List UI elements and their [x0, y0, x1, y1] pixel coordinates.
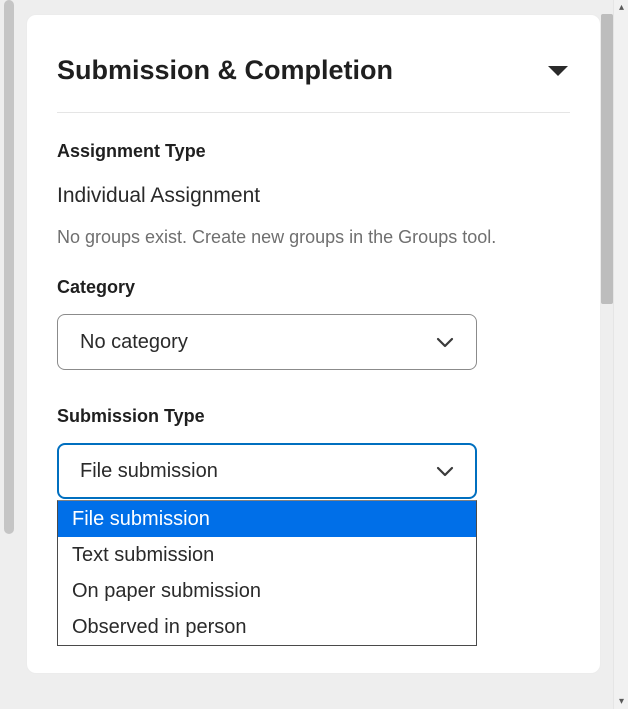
submission-completion-panel: Submission & Completion Assignment Type … — [26, 14, 601, 674]
collapse-icon[interactable] — [546, 64, 570, 78]
assignment-type-label: Assignment Type — [57, 141, 570, 162]
dropdown-option-observed-in-person[interactable]: Observed in person — [58, 609, 476, 645]
dropdown-option-text-submission[interactable]: Text submission — [58, 537, 476, 573]
left-scrollbar-thumb[interactable] — [4, 0, 14, 534]
scroll-up-icon[interactable]: ▴ — [614, 0, 628, 15]
category-select[interactable]: No category — [57, 314, 477, 370]
category-select-wrap: No category — [57, 314, 570, 370]
submission-type-select-wrap: File submission File submission Text sub… — [57, 443, 570, 499]
outer-scrollbar[interactable]: ▴ ▾ — [613, 0, 628, 709]
assignment-type-help: No groups exist. Create new groups in th… — [57, 226, 570, 249]
submission-type-select[interactable]: File submission — [57, 443, 477, 499]
panel-title: Submission & Completion — [57, 55, 393, 86]
submission-type-dropdown: File submission Text submission On paper… — [57, 500, 477, 646]
dropdown-option-file-submission[interactable]: File submission — [58, 501, 476, 537]
submission-type-selected-value: File submission — [80, 460, 218, 483]
dropdown-option-on-paper-submission[interactable]: On paper submission — [58, 573, 476, 609]
scroll-down-icon[interactable]: ▾ — [614, 694, 628, 709]
category-selected-value: No category — [80, 331, 188, 354]
chevron-down-icon — [436, 466, 454, 477]
background-panel-edge — [601, 14, 613, 304]
panel-header[interactable]: Submission & Completion — [57, 55, 570, 86]
submission-type-label: Submission Type — [57, 406, 570, 427]
chevron-down-icon — [436, 337, 454, 348]
app-frame: ▴ ▾ Submission & Completion Assignment T… — [0, 0, 628, 709]
category-label: Category — [57, 277, 570, 298]
assignment-type-value: Individual Assignment — [57, 184, 570, 208]
divider — [57, 112, 570, 113]
